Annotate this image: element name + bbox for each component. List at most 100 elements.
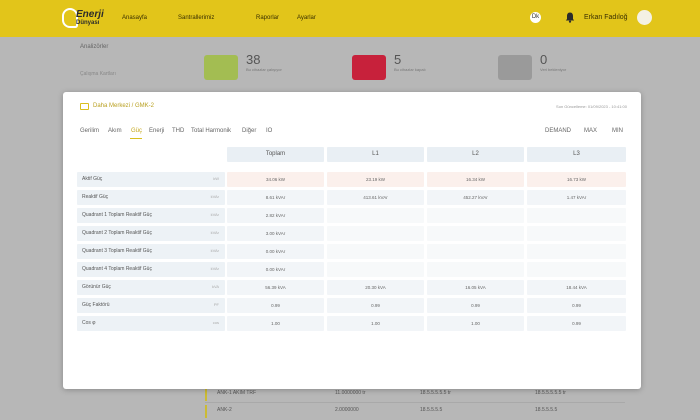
tab-guc[interactable]: Güç bbox=[131, 128, 142, 134]
table-cell: 0.99 bbox=[327, 298, 424, 313]
tab-diger[interactable]: Diğer bbox=[242, 128, 256, 134]
row-unit: PF bbox=[213, 302, 219, 307]
table-cell: 20.30 kVA bbox=[327, 280, 424, 295]
nav-item-anasayfa[interactable]: Anasayfa bbox=[122, 15, 147, 21]
row-label: Aktif Güç bbox=[82, 176, 103, 182]
last-updated-timestamp: Son Güncelleme: 01/09/2023 - 10:41:00 bbox=[556, 104, 627, 109]
device-value: 18.5.5.5.5.5 tr bbox=[535, 390, 566, 396]
row-label: Cos φ bbox=[82, 320, 96, 326]
table-cell: 18.44 kVA bbox=[527, 280, 626, 295]
table-cell: 8.61 kVAr bbox=[227, 190, 324, 205]
table-cell bbox=[527, 262, 626, 277]
column-header-l2: L2 bbox=[427, 147, 524, 162]
row-label: Quadrant 2 Toplam Reaktif Güç bbox=[82, 230, 152, 236]
table-row: Quadrant 3 Toplam Reaktif Güç kVAr 0.00 kV… bbox=[77, 244, 626, 259]
cell-value: 0.99 bbox=[271, 303, 280, 308]
tab-gerilim[interactable]: Gerilim bbox=[80, 128, 99, 134]
device-icon bbox=[498, 55, 532, 80]
tab-thd[interactable]: THD bbox=[172, 128, 184, 134]
status-marker bbox=[205, 388, 207, 401]
cell-value: 16.73 kW bbox=[566, 177, 586, 182]
table-cell: 0.99 bbox=[227, 298, 324, 313]
table-cell: 0.99 bbox=[527, 316, 626, 331]
tab-akim[interactable]: Akım bbox=[108, 128, 122, 134]
tab-total-harmonik[interactable]: Total Harmonik bbox=[191, 128, 231, 134]
row-unit: kVA bbox=[211, 284, 219, 289]
row-label: Görünür Güç bbox=[82, 284, 111, 290]
row-unit: kVAr bbox=[210, 194, 219, 199]
cell-value: 452.27 kVAr bbox=[463, 195, 488, 200]
table-row: Cos φ cos 1.00 1.00 1.00 0.99 bbox=[77, 316, 626, 331]
table-cell: 1.00 bbox=[427, 316, 524, 331]
table-cell: 0.00 kVAr bbox=[227, 244, 324, 259]
tab-enerji[interactable]: Enerji bbox=[149, 128, 164, 134]
table-cell: 2.82 kVAr bbox=[227, 208, 324, 223]
row-label: Quadrant 3 Toplam Reaktif Güç bbox=[82, 248, 152, 254]
stat-label: Bu cihazlar çalışıyor bbox=[246, 67, 282, 72]
user-name[interactable]: Erkan Fadıloğ bbox=[584, 14, 628, 21]
nav-item-santrallerimiz[interactable]: Santrallerimiz bbox=[178, 15, 214, 21]
nav-item-ayarlar[interactable]: Ayarlar bbox=[297, 15, 316, 21]
cell-value: 23.19 kW bbox=[365, 177, 385, 182]
table-cell: 1.00 bbox=[227, 316, 324, 331]
cell-value: 8.61 kVAr bbox=[265, 195, 286, 200]
logo-subtext: Dünyası bbox=[76, 20, 100, 26]
table-cell bbox=[527, 208, 626, 223]
device-name: ANK-1 AKIM TRF bbox=[217, 390, 257, 396]
table-cell bbox=[327, 208, 424, 223]
table-row: Quadrant 2 Toplam Reaktif Güç kVAr 3.00 kV… bbox=[77, 226, 626, 241]
row-label-cell: Reaktif Güç kVAr bbox=[77, 190, 225, 205]
device-icon bbox=[352, 55, 386, 80]
table-cell: 3.00 kVAr bbox=[227, 226, 324, 241]
nav-item-raporlar[interactable]: Raporlar bbox=[256, 15, 279, 21]
row-label: Reaktif Güç bbox=[82, 194, 109, 200]
brand-logo[interactable]: Enerji Dünyası bbox=[62, 7, 110, 31]
tab-io[interactable]: IO bbox=[266, 128, 272, 134]
stat-label: Veri bekleniyor bbox=[540, 67, 567, 72]
device-name: ANK-2 bbox=[217, 407, 232, 413]
mode-demand[interactable]: DEMAND bbox=[545, 128, 571, 134]
row-unit: kVAr bbox=[210, 266, 219, 271]
stat-label: Bu cihazlar kapalı bbox=[394, 67, 426, 72]
language-button[interactable]: Dk bbox=[530, 12, 541, 23]
cell-value: 0.99 bbox=[371, 303, 380, 308]
row-label: Quadrant 4 Toplam Reaktif Güç bbox=[82, 266, 152, 272]
cell-value: 0.99 bbox=[471, 303, 480, 308]
row-label-cell: Quadrant 2 Toplam Reaktif Güç kVAr bbox=[77, 226, 225, 241]
row-label: Quadrant 1 Toplam Reaktif Güç bbox=[82, 212, 152, 218]
stat-value: 5 bbox=[394, 52, 402, 67]
device-value: 11.0000000 tr bbox=[335, 390, 366, 396]
cell-value: 0.99 bbox=[572, 303, 581, 308]
table-cell: 413.61 kVAr bbox=[327, 190, 424, 205]
background-device-list: ANK-1 AKIM TRF 11.0000000 tr 18.5.5.5.5.… bbox=[205, 385, 625, 419]
cell-value: 18.44 kVA bbox=[566, 285, 587, 290]
device-icon bbox=[204, 55, 238, 80]
table-cell: 0.99 bbox=[427, 298, 524, 313]
table-cell: 16.34 kW bbox=[427, 172, 524, 187]
device-value: 18.5.5.5.5.5 tr bbox=[420, 390, 451, 396]
row-unit: kVAr bbox=[210, 230, 219, 235]
column-header-label: Toplam bbox=[265, 151, 286, 157]
row-unit: cos bbox=[212, 320, 219, 325]
row-label-cell: Görünür Güç kVA bbox=[77, 280, 225, 295]
row-label-cell: Quadrant 3 Toplam Reaktif Güç kVAr bbox=[77, 244, 225, 259]
logo-text: Enerji bbox=[76, 9, 104, 20]
cell-value: 1.00 bbox=[371, 321, 380, 326]
cell-value: 34.06 kW bbox=[265, 177, 285, 182]
row-unit: kVAr bbox=[210, 212, 219, 217]
table-cell bbox=[427, 226, 524, 241]
table-cell: 34.06 kW bbox=[227, 172, 324, 187]
bell-icon[interactable] bbox=[565, 12, 575, 23]
list-item[interactable]: ANK-2 2.0000000 18.5.5.5.5 18.5.5.5.5 bbox=[205, 402, 625, 419]
avatar[interactable] bbox=[637, 10, 652, 25]
stat-value: 38 bbox=[246, 52, 261, 67]
sidebar-subheading: Çalışma Kartları bbox=[80, 71, 116, 77]
mode-max[interactable]: MAX bbox=[584, 128, 597, 134]
column-header-l1: L1 bbox=[327, 147, 424, 162]
column-header-total: Toplam bbox=[227, 147, 324, 162]
row-label-cell: Aktif Güç kW bbox=[77, 172, 225, 187]
mode-min[interactable]: MIN bbox=[612, 128, 623, 134]
table-row: Reaktif Güç kVAr 8.61 kVAr 413.61 kVAr 452.2… bbox=[77, 190, 626, 205]
cell-value: 0.00 kVAr bbox=[265, 267, 286, 272]
power-detail-modal: Daha Merkezi / GMK-2 Son Güncelleme: 01/… bbox=[63, 92, 641, 389]
